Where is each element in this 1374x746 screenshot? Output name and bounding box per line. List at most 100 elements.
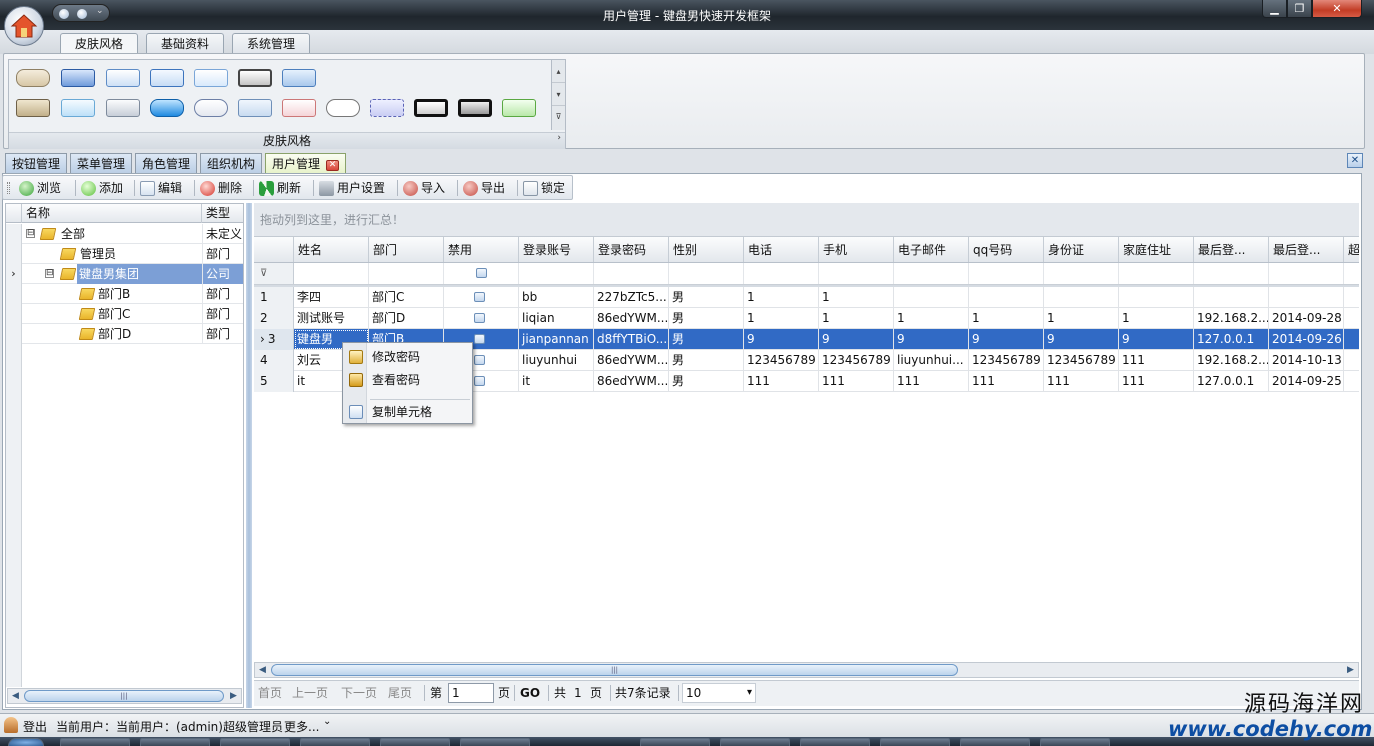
collapse-icon[interactable]: ⊟ [45,269,54,278]
grid-col-phone[interactable]: 电话 [744,237,819,262]
skin-swatch[interactable] [16,99,50,117]
tree-row-dept-c[interactable]: 部门C 部门 [6,304,243,324]
close-button[interactable]: ✕ [1312,0,1362,18]
more-dropdown-icon[interactable]: ⌄ [323,716,331,727]
cell-account[interactable]: liqian [519,308,594,329]
tree-horizontal-scrollbar[interactable]: ◀ ||| ▶ [7,688,242,704]
ribbon-tab-basic-data[interactable]: 基础资料 [146,33,225,54]
cell-last-ip[interactable]: 127.0.0.1 [1194,371,1269,392]
taskbar-item[interactable] [880,738,950,746]
taskbar-item[interactable] [460,738,530,746]
cell-sex[interactable]: 男 [669,350,744,371]
gallery-down-icon[interactable]: ▾ [552,83,565,106]
taskbar-item[interactable] [60,738,130,746]
taskbar-item[interactable] [1040,738,1110,746]
prev-page-link[interactable]: 上一页 [292,681,328,707]
skin-swatch[interactable] [370,99,404,117]
cell-address[interactable]: 111 [1119,350,1194,371]
lock-button[interactable]: 锁定 [523,179,565,197]
cell-qq[interactable]: 111 [969,371,1044,392]
skin-swatch[interactable] [414,99,448,117]
cell-mobile[interactable]: 123456789 [819,350,894,371]
skin-swatch[interactable] [61,69,95,87]
cell-idcard[interactable]: 9 [1044,329,1119,350]
app-menu-button[interactable] [4,6,44,46]
grid-col-password[interactable]: 登录密码 [594,237,669,262]
disabled-checkbox[interactable] [474,313,485,323]
cell-qq[interactable] [969,287,1044,308]
group-by-panel[interactable]: 拖动列到这里，进行汇总！ [254,203,1359,237]
cell-qq[interactable]: 9 [969,329,1044,350]
cell-dept[interactable]: 部门C [369,287,444,308]
cell-email[interactable]: liuyunhui... [894,350,969,371]
logout-link[interactable]: 登出 [23,718,47,735]
cell-sex[interactable]: 男 [669,287,744,308]
gallery-up-icon[interactable]: ▴ [552,60,565,83]
cell-idcard[interactable]: 123456789 [1044,350,1119,371]
grid-col-overflow[interactable]: 超 [1344,237,1359,262]
cell-idcard[interactable]: 111 [1044,371,1119,392]
skin-swatch[interactable] [61,99,95,117]
scroll-right-icon[interactable]: ▶ [1343,663,1358,677]
skin-swatch[interactable] [238,69,272,87]
row-number[interactable]: 5 [254,371,294,392]
filter-cells[interactable] [294,263,1359,284]
disabled-checkbox[interactable] [474,292,485,302]
gallery-scrollbar[interactable]: ▴ ▾ ⊽ [551,60,565,130]
cell-qq[interactable]: 1 [969,308,1044,329]
cell-password[interactable]: 86edYWM... [594,308,669,329]
tab-organization[interactable]: 组织机构 [200,153,263,174]
cell-email[interactable]: 1 [894,308,969,329]
first-page-link[interactable]: 首页 [258,681,282,707]
menu-item-change-password[interactable]: 修改密码 [343,346,472,368]
taskbar-item[interactable] [720,738,790,746]
panel-splitter[interactable] [246,203,252,708]
cell-idcard[interactable] [1044,287,1119,308]
cell-email[interactable] [894,287,969,308]
grid-col-last-date[interactable]: 最后登... [1269,237,1344,262]
cell-password[interactable]: 227bZTc5... [594,287,669,308]
cell-account[interactable]: liuyunhui [519,350,594,371]
tab-role-management[interactable]: 角色管理 [135,153,198,174]
tree-col-name[interactable]: 名称 [22,204,202,223]
cell-address[interactable] [1119,287,1194,308]
taskbar-item[interactable] [220,738,290,746]
cell-mobile[interactable]: 9 [819,329,894,350]
row-number[interactable]: › 3 [254,329,294,350]
cell-name[interactable]: 李四 [294,287,369,308]
scroll-left-icon[interactable]: ◀ [8,689,23,703]
cell-sex[interactable]: 男 [669,329,744,350]
cell-account[interactable]: it [519,371,594,392]
cell-last-ip[interactable] [1194,287,1269,308]
cell-dept[interactable]: 部门D [369,308,444,329]
cell-email[interactable]: 9 [894,329,969,350]
cell-phone[interactable]: 9 [744,329,819,350]
more-link[interactable]: 更多... [284,718,319,735]
group-launcher-icon[interactable]: › [557,133,561,143]
row-number[interactable]: 4 [254,350,294,371]
cell-name[interactable]: 测试账号 [294,308,369,329]
dropdown-icon[interactable]: ▾ [747,684,752,702]
filter-icon[interactable]: ⊽ [254,263,294,284]
grid-col-mobile[interactable]: 手机 [819,237,894,262]
skin-swatch[interactable] [150,99,184,117]
tree-row-dept-b[interactable]: 部门B 部门 [6,284,243,304]
tab-user-management[interactable]: 用户管理 ✕ [265,153,347,174]
grid-col-email[interactable]: 电子邮件 [894,237,969,262]
cell-phone[interactable]: 111 [744,371,819,392]
row-number[interactable]: 2 [254,308,294,329]
grid-col-name[interactable]: 姓名 [294,237,369,262]
skin-swatch[interactable] [106,99,140,117]
gallery-more-icon[interactable]: ⊽ [552,106,565,128]
grid-col-disabled[interactable]: 禁用 [444,237,519,262]
minimize-button[interactable]: ▁ [1262,0,1287,18]
edit-button[interactable]: 编辑 [140,179,182,197]
skin-swatch[interactable] [194,99,228,117]
page-size-select[interactable]: 10 ▾ [682,683,756,703]
start-button[interactable] [8,738,44,746]
page-number-input[interactable]: 1 [448,683,494,703]
last-page-link[interactable]: 尾页 [388,681,412,707]
skin-swatch[interactable] [326,99,360,117]
cell-password[interactable]: d8ffYTBiO... [594,329,669,350]
skin-swatch[interactable] [238,99,272,117]
